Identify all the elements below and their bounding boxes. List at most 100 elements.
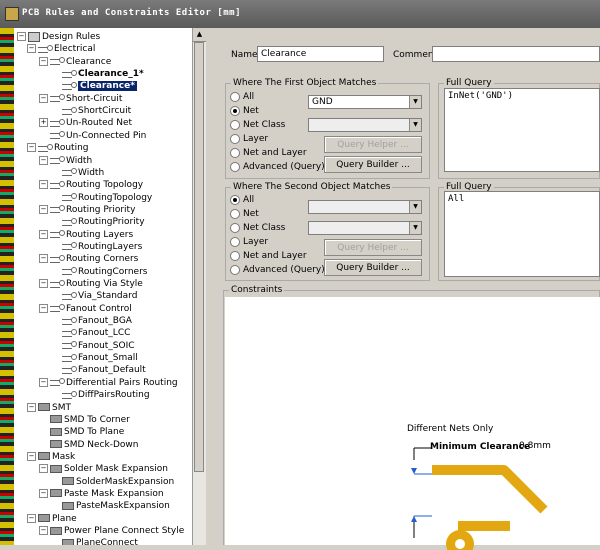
- chevron-down-icon[interactable]: ▼: [409, 119, 421, 131]
- collapse-icon[interactable]: −: [39, 377, 48, 387]
- tree-item-smt[interactable]: − SMT: [27, 402, 71, 414]
- tree-item-fanout-soic[interactable]: Fanout_SOIC: [51, 340, 135, 352]
- tree-item-clearance-1[interactable]: Clearance_1*: [51, 68, 144, 80]
- collapse-icon[interactable]: −: [39, 303, 48, 313]
- first-radio-layer[interactable]: Layer: [230, 133, 268, 145]
- chevron-down-icon[interactable]: ▼: [409, 222, 421, 234]
- tree-item-label: Differential Pairs Routing: [66, 377, 178, 388]
- tree-item-routing[interactable]: − Routing: [27, 142, 89, 154]
- tree-item-clearance[interactable]: − Clearance: [39, 56, 111, 68]
- second-radio-advanced[interactable]: Advanced (Query): [230, 264, 325, 276]
- tree-item-fanout-lcc[interactable]: Fanout_LCC: [51, 327, 130, 339]
- collapse-icon[interactable]: −: [39, 279, 48, 288]
- collapse-icon[interactable]: −: [39, 526, 48, 535]
- second-radio-layer[interactable]: Layer: [230, 236, 268, 248]
- name-label: Name: [231, 50, 258, 60]
- tree-item-paste-mask[interactable]: − Paste Mask Expansion: [39, 488, 164, 500]
- name-input[interactable]: Clearance: [257, 46, 384, 62]
- tree-item-smd-corner[interactable]: SMD To Corner: [39, 414, 130, 426]
- tree-item-power-plane[interactable]: − Power Plane Connect Style: [39, 525, 184, 537]
- tree-item-solder-rule[interactable]: SolderMaskExpansion: [51, 476, 174, 488]
- collapse-icon[interactable]: −: [39, 254, 48, 264]
- second-radio-net-and-layer[interactable]: Net and Layer: [230, 250, 307, 262]
- tree-item-mask[interactable]: − Mask: [27, 451, 75, 463]
- collapse-icon[interactable]: −: [27, 451, 36, 461]
- chevron-down-icon[interactable]: ▼: [409, 96, 421, 108]
- second-radio-all[interactable]: All: [230, 194, 254, 206]
- radio-indicator: [230, 119, 240, 130]
- first-netclass-select[interactable]: ▼: [308, 118, 422, 132]
- collapse-icon[interactable]: −: [17, 32, 26, 41]
- tree-item-solder-mask[interactable]: − Solder Mask Expansion: [39, 463, 168, 475]
- second-full-query-text[interactable]: All: [444, 191, 600, 277]
- tree-item-topology-rule[interactable]: RoutingTopology: [51, 192, 152, 204]
- tree-item-layers-rule[interactable]: RoutingLayers: [51, 241, 142, 253]
- first-query-helper-button[interactable]: Query Helper ...: [324, 136, 422, 153]
- tree-item-short-circuit-rule[interactable]: ShortCircuit: [51, 105, 131, 117]
- first-query-builder-button[interactable]: Query Builder ...: [324, 156, 422, 173]
- tree-item-unconnected[interactable]: Un-Connected Pin: [39, 130, 146, 142]
- tree-item-topology[interactable]: − Routing Topology: [39, 179, 143, 191]
- collapse-icon[interactable]: −: [39, 229, 48, 239]
- tree-item-electrical[interactable]: − Electrical: [27, 43, 95, 55]
- tree-item-width-rule[interactable]: Width: [51, 167, 104, 179]
- tree-item-fanout-small[interactable]: Fanout_Small: [51, 352, 138, 364]
- second-query-helper-button[interactable]: Query Helper ...: [324, 239, 422, 256]
- first-radio-net-class[interactable]: Net Class: [230, 119, 285, 131]
- first-radio-all[interactable]: All: [230, 91, 254, 103]
- collapse-icon[interactable]: −: [27, 402, 36, 412]
- tree-item-paste-rule[interactable]: PasteMaskExpansion: [51, 500, 170, 512]
- tree-item-layers[interactable]: − Routing Layers: [39, 229, 133, 241]
- collapse-icon[interactable]: −: [39, 93, 48, 103]
- collapse-icon[interactable]: −: [39, 155, 48, 165]
- second-net-select[interactable]: ▼: [308, 200, 422, 214]
- collapse-icon[interactable]: −: [27, 44, 36, 54]
- tree-item-short-circuit[interactable]: − Short-Circuit: [39, 93, 122, 105]
- first-net-select[interactable]: GND ▼: [308, 95, 422, 109]
- tree-item-diff-rule[interactable]: DiffPairsRouting: [51, 389, 150, 401]
- rule-icon: [62, 168, 77, 177]
- tree-item-fanout-default[interactable]: Fanout_Default: [51, 364, 146, 376]
- tree-scrollbar[interactable]: ▲: [192, 28, 206, 545]
- tree-item-corners[interactable]: − Routing Corners: [39, 253, 138, 265]
- collapse-icon[interactable]: −: [39, 464, 48, 474]
- rules-tree[interactable]: − Design Rules − Electrical − Clearance Cleara…: [14, 28, 193, 545]
- tree-item-fanout-bga[interactable]: Fanout_BGA: [51, 315, 132, 327]
- collapse-icon[interactable]: −: [39, 56, 48, 66]
- tree-item-clearance-sel[interactable]: Clearance*: [51, 80, 137, 92]
- tree-item-unrouted[interactable]: + Un-Routed Net: [39, 117, 132, 129]
- tree-item-corners-rule[interactable]: RoutingCorners: [51, 266, 147, 278]
- first-radio-net-and-layer[interactable]: Net and Layer: [230, 147, 307, 159]
- first-full-query-text[interactable]: InNet('GND'): [444, 88, 600, 172]
- collapse-icon[interactable]: −: [39, 488, 48, 498]
- tree-item-priority[interactable]: − Routing Priority: [39, 204, 135, 216]
- tree-item-root[interactable]: − Design Rules: [17, 31, 100, 43]
- collapse-icon[interactable]: −: [27, 513, 36, 523]
- tree-item-label: Fanout_BGA: [78, 316, 132, 327]
- tree-item-smd-neck[interactable]: SMD Neck-Down: [39, 439, 138, 451]
- tree-item-via-style[interactable]: − Routing Via Style: [39, 278, 143, 290]
- splitter[interactable]: [206, 28, 216, 545]
- second-netclass-select[interactable]: ▼: [308, 221, 422, 235]
- tree-item-diff-pairs[interactable]: − Differential Pairs Routing: [39, 377, 178, 389]
- first-radio-advanced[interactable]: Advanced (Query): [230, 161, 325, 173]
- first-radio-net[interactable]: Net: [230, 105, 259, 117]
- scroll-thumb[interactable]: [194, 42, 204, 472]
- tree-item-via-rule[interactable]: Via_Standard: [51, 290, 137, 302]
- tree-item-fanout[interactable]: − Fanout Control: [39, 303, 132, 315]
- tree-item-plane-connect[interactable]: PlaneConnect: [51, 537, 138, 545]
- collapse-icon[interactable]: −: [39, 204, 48, 214]
- comment-input[interactable]: [432, 46, 600, 62]
- expand-icon[interactable]: +: [39, 118, 48, 128]
- tree-item-priority-rule[interactable]: RoutingPriority: [51, 216, 145, 228]
- second-radio-net-class[interactable]: Net Class: [230, 222, 285, 234]
- tree-item-smd-plane[interactable]: SMD To Plane: [39, 426, 124, 438]
- scroll-up-button[interactable]: ▲: [193, 28, 206, 42]
- tree-item-width[interactable]: − Width: [39, 155, 92, 167]
- second-radio-net[interactable]: Net: [230, 208, 259, 220]
- collapse-icon[interactable]: −: [39, 180, 48, 190]
- second-query-builder-button[interactable]: Query Builder ...: [324, 259, 422, 276]
- chevron-down-icon[interactable]: ▼: [409, 201, 421, 213]
- collapse-icon[interactable]: −: [27, 143, 36, 153]
- tree-item-plane[interactable]: − Plane: [27, 513, 77, 525]
